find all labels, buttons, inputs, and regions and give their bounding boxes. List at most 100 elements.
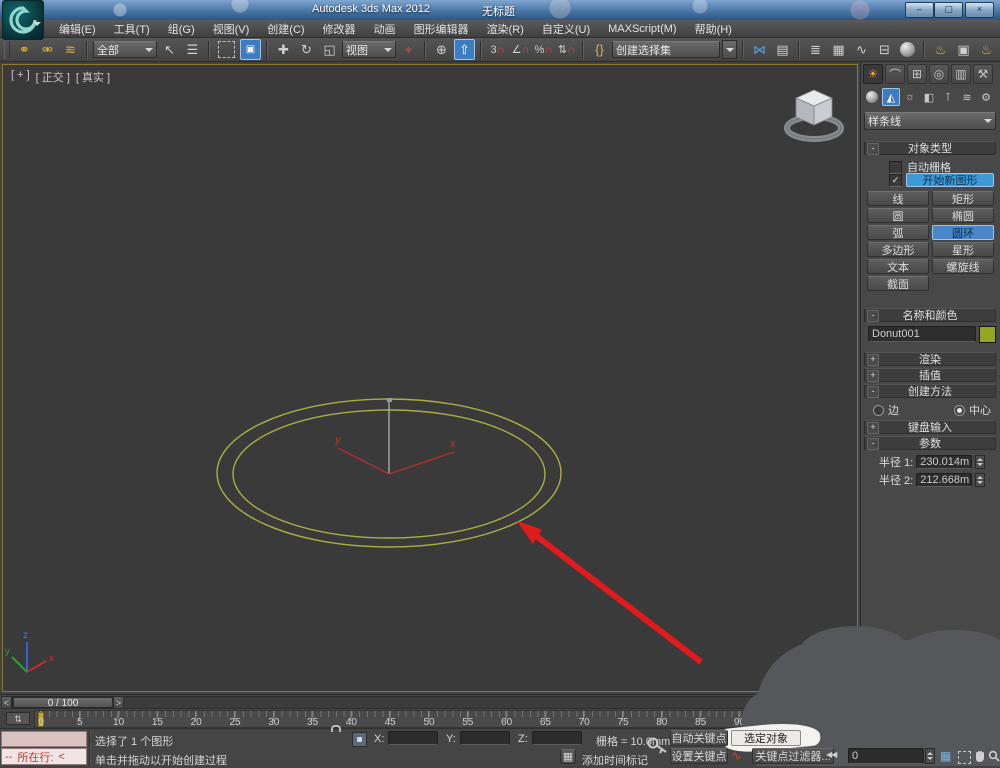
- collapse-icon[interactable]: -: [867, 438, 879, 450]
- time-slider-channel[interactable]: 0 / 100: [12, 696, 850, 709]
- shape-button-ellipse[interactable]: 椭圆: [932, 208, 994, 223]
- time-configuration-icon[interactable]: ▦: [940, 749, 951, 763]
- shape-button-circle[interactable]: 圆: [867, 208, 929, 223]
- menu-tools[interactable]: 工具(T): [105, 21, 159, 37]
- time-slider-handle[interactable]: 0 / 100: [13, 697, 113, 708]
- app-logo-button[interactable]: [2, 0, 44, 40]
- current-frame-field[interactable]: 0: [848, 748, 924, 764]
- menu-help[interactable]: 帮助(H): [686, 21, 741, 37]
- autogrid-checkbox[interactable]: [889, 161, 902, 174]
- align-icon[interactable]: ▤: [772, 39, 793, 60]
- menu-maxscript[interactable]: MAXScript(M): [599, 23, 685, 35]
- shape-category-dropdown[interactable]: 样条线: [864, 112, 996, 130]
- reference-coordinate-dropdown[interactable]: 视图: [342, 41, 396, 58]
- category-lights-icon[interactable]: ☼: [901, 88, 919, 106]
- shape-button-section[interactable]: 截面: [867, 276, 929, 291]
- zoom-extents-icon[interactable]: [958, 751, 971, 764]
- menu-modifiers[interactable]: 修改器: [314, 21, 365, 37]
- select-and-manipulate-icon[interactable]: ⊕: [431, 39, 452, 60]
- collapse-icon[interactable]: -: [867, 386, 879, 398]
- radius2-field[interactable]: 212.668m: [916, 473, 972, 487]
- percent-snap-icon[interactable]: %∩: [533, 39, 554, 60]
- collapse-icon[interactable]: -: [867, 143, 879, 155]
- absolute-mode-toggle-icon[interactable]: [352, 732, 367, 747]
- rollout-name-color[interactable]: - 名称和颜色: [864, 308, 996, 322]
- select-and-scale-icon[interactable]: ◱: [319, 39, 340, 60]
- shape-button-helix[interactable]: 螺旋线: [932, 259, 994, 274]
- menu-views[interactable]: 视图(V): [204, 21, 259, 37]
- mirror-icon[interactable]: ⋈: [749, 39, 770, 60]
- rendered-frame-window-icon[interactable]: ▣: [953, 39, 974, 60]
- bind-to-spacewarp-icon[interactable]: ≋: [60, 39, 81, 60]
- render-production-icon[interactable]: ♨: [976, 39, 997, 60]
- viewcube[interactable]: [781, 85, 847, 143]
- keyboard-override-toggle-icon[interactable]: ⇧: [454, 39, 475, 60]
- select-and-move-icon[interactable]: ✚: [273, 39, 294, 60]
- category-shapes-icon[interactable]: ◭: [882, 88, 900, 106]
- key-filters-button[interactable]: 关键点过滤器...: [752, 748, 834, 764]
- z-coordinate-field[interactable]: [532, 731, 582, 745]
- curve-editor-icon[interactable]: ∿: [851, 39, 872, 60]
- radius2-spinner[interactable]: [975, 473, 985, 487]
- y-coordinate-field[interactable]: [460, 731, 510, 745]
- set-key-button[interactable]: 设置关键点: [670, 748, 728, 764]
- expand-icon[interactable]: +: [867, 354, 879, 366]
- perspective-viewport[interactable]: [ + ] [ 正交 ] [ 真实 ] y x z x y: [2, 64, 858, 692]
- shape-button-ngon[interactable]: 多边形: [867, 242, 929, 257]
- frame-spinner[interactable]: [925, 748, 935, 764]
- edit-named-selection-sets-icon[interactable]: {}: [589, 39, 610, 60]
- rollout-creation-method[interactable]: - 创建方法: [864, 384, 996, 398]
- tab-utilities-icon[interactable]: ⚒: [973, 64, 993, 84]
- named-selection-sets-dropdown[interactable]: 创建选择集: [612, 41, 720, 58]
- rollout-parameters[interactable]: - 参数: [864, 436, 996, 450]
- maximize-button[interactable]: ▢: [934, 2, 963, 18]
- menu-edit[interactable]: 编辑(E): [50, 21, 105, 37]
- collapse-icon[interactable]: -: [867, 310, 879, 322]
- select-and-rotate-icon[interactable]: ↻: [296, 39, 317, 60]
- tab-hierarchy-icon[interactable]: ⊞: [907, 64, 927, 84]
- schematic-view-icon[interactable]: ⊟: [874, 39, 895, 60]
- rollout-interpolation[interactable]: + 插值: [864, 368, 996, 382]
- selection-filter-dropdown[interactable]: 全部: [93, 41, 157, 58]
- spinner-snap-icon[interactable]: ⇅∩: [556, 39, 577, 60]
- shape-button-text[interactable]: 文本: [867, 259, 929, 274]
- window-crossing-toggle-icon[interactable]: ▣: [240, 39, 261, 60]
- shape-button-donut[interactable]: 圆环: [932, 225, 994, 240]
- angle-snap-icon[interactable]: ∠∩: [510, 39, 531, 60]
- toolbar-drag-handle[interactable]: [4, 41, 10, 59]
- maxscript-listener-line[interactable]: -- 所在行: <: [1, 748, 87, 765]
- minimize-button[interactable]: –: [905, 2, 934, 18]
- set-keys-key-icon[interactable]: [646, 735, 668, 759]
- menu-customize[interactable]: 自定义(U): [533, 21, 599, 37]
- start-new-shape-button[interactable]: 开始新图形: [906, 173, 994, 187]
- object-name-field[interactable]: Donut001: [868, 326, 976, 342]
- menu-animation[interactable]: 动画: [365, 21, 405, 37]
- auto-key-button[interactable]: 自动关键点: [670, 730, 728, 746]
- expand-icon[interactable]: +: [867, 422, 879, 434]
- rollout-rendering[interactable]: + 渲染: [864, 352, 996, 366]
- menu-graph-editors[interactable]: 图形编辑器: [405, 21, 478, 37]
- category-cameras-icon[interactable]: ◧: [920, 88, 938, 106]
- category-helpers-icon[interactable]: ⊺: [939, 88, 957, 106]
- select-by-name-icon[interactable]: ☰: [182, 39, 203, 60]
- select-and-link-icon[interactable]: ⚭: [14, 39, 35, 60]
- frame-forward-button[interactable]: >: [113, 696, 124, 709]
- goto-start-button[interactable]: ◀◀: [826, 750, 836, 759]
- default-tangent-icon[interactable]: ∿: [731, 748, 742, 764]
- creation-edge-radio[interactable]: 边: [873, 402, 899, 418]
- select-object-icon[interactable]: ↖: [159, 39, 180, 60]
- category-systems-icon[interactable]: ⚙: [977, 88, 995, 106]
- start-new-shape-checkbox[interactable]: ✓: [889, 174, 902, 187]
- maxscript-mini-listener[interactable]: [1, 731, 87, 747]
- layer-manager-icon[interactable]: ≣: [805, 39, 826, 60]
- render-setup-icon[interactable]: ♨: [930, 39, 951, 60]
- pan-hand-icon[interactable]: [974, 749, 986, 763]
- frame-back-button[interactable]: <: [1, 696, 12, 709]
- expand-icon[interactable]: +: [867, 370, 879, 382]
- menu-group[interactable]: 组(G): [159, 21, 204, 37]
- object-color-swatch[interactable]: [979, 326, 996, 343]
- tab-modify-icon[interactable]: ⌒: [885, 64, 905, 84]
- x-coordinate-field[interactable]: [388, 731, 438, 745]
- radius1-spinner[interactable]: [975, 455, 985, 469]
- menu-rendering[interactable]: 渲染(R): [478, 21, 533, 37]
